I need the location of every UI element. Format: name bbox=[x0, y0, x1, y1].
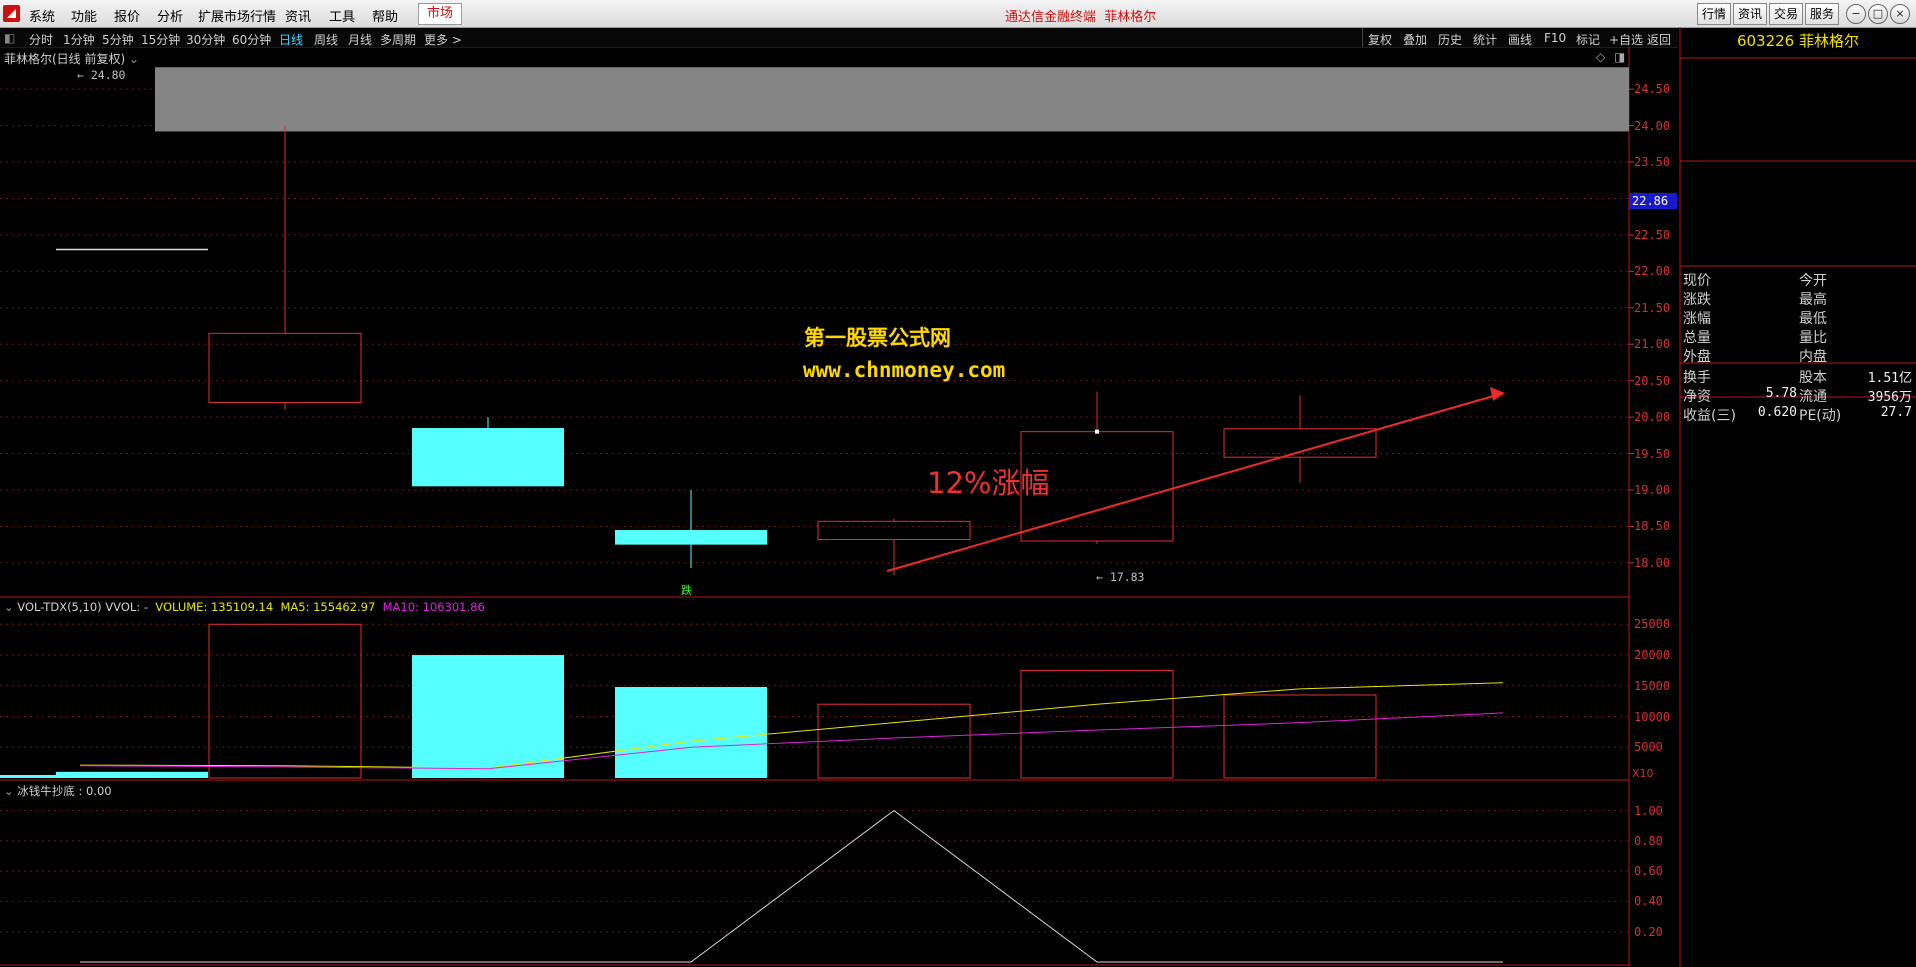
signal-marker: 跌 bbox=[681, 584, 692, 597]
price-tick-label: 20.00 bbox=[1634, 410, 1671, 425]
chart-title-text: 菲林格尔(日线 前复权) bbox=[4, 52, 126, 66]
indicator-tick-label: 1.00 bbox=[1634, 803, 1663, 818]
ma10-value: MA10: 106301.86 bbox=[382, 600, 485, 614]
stat-value: 1.51亿 bbox=[1867, 371, 1912, 386]
volume-bar-down bbox=[615, 687, 767, 778]
price-tick-label: 20.50 bbox=[1634, 373, 1671, 388]
quote-label: 内盘 bbox=[1799, 349, 1827, 365]
price-tick-label: 19.00 bbox=[1634, 482, 1671, 497]
quote-label: 涨跌 bbox=[1683, 292, 1711, 308]
quote-label: 最高 bbox=[1799, 292, 1827, 308]
watermark-title: 第一股票公式网 bbox=[804, 326, 951, 350]
volume-indicator-name: VOL-TDX(5,10) VVOL: - bbox=[17, 600, 148, 614]
low-price-label: ← 17.83 bbox=[1096, 570, 1145, 584]
volume-bar-down bbox=[0, 775, 155, 778]
price-tick-label: 22.00 bbox=[1634, 264, 1671, 279]
stat-value: 0.620 bbox=[1757, 405, 1797, 420]
grid-lines bbox=[0, 67, 1634, 933]
high-price-band bbox=[155, 67, 1629, 132]
volume-indicator-header[interactable]: ⌄ VOL-TDX(5,10) VVOL: - VOLUME: 135109.1… bbox=[4, 600, 485, 614]
high-price-value: 24.80 bbox=[90, 68, 126, 82]
chevron-down-icon[interactable]: ⌄ bbox=[129, 52, 139, 66]
quote-label: 总量 bbox=[1683, 330, 1711, 346]
price-marker-dot bbox=[1095, 429, 1099, 434]
candle-body-down bbox=[412, 428, 564, 487]
stock-name: 菲林格尔 bbox=[1799, 32, 1860, 50]
custom-indicator-label: 冰钱牛抄底 : 0.00 bbox=[17, 784, 112, 798]
candle-body-up bbox=[817, 520, 971, 541]
candle-body-up bbox=[1223, 428, 1377, 458]
diamond-icon[interactable]: ◇ bbox=[1596, 50, 1605, 64]
price-tick-label: 22.50 bbox=[1634, 227, 1671, 242]
volume-tick-label: 10000 bbox=[1634, 709, 1671, 724]
price-tick-label: 24.50 bbox=[1634, 82, 1671, 97]
custom-indicator-header[interactable]: ⌄ 冰钱牛抄底 : 0.00 bbox=[4, 783, 112, 799]
current-price-tag: 22.86 bbox=[1629, 193, 1677, 209]
stat-value: 27.7 bbox=[1880, 405, 1912, 420]
price-tick-label: 21.00 bbox=[1634, 337, 1671, 352]
candle-body-down bbox=[615, 530, 767, 545]
candlestick-series bbox=[56, 125, 1377, 576]
volume-bars bbox=[0, 623, 1377, 779]
volume-tick-label: 5000 bbox=[1634, 740, 1663, 755]
price-tick-label: 21.50 bbox=[1634, 300, 1671, 315]
ma10-line bbox=[79, 712, 1504, 770]
chevron-down-icon[interactable]: ⌄ bbox=[4, 784, 14, 798]
volume-bar-up bbox=[1223, 694, 1377, 779]
price-tick-label: 19.50 bbox=[1634, 446, 1671, 461]
panel-expand-icon[interactable]: ◨ bbox=[1614, 50, 1625, 64]
indicator-tick-label: 0.60 bbox=[1634, 864, 1663, 879]
price-tick-label: 24.00 bbox=[1634, 118, 1671, 133]
quote-label: 今开 bbox=[1799, 273, 1827, 289]
volume-bar-down bbox=[412, 655, 564, 778]
gain-annotation: 12%涨幅 bbox=[927, 466, 1050, 500]
candle-body-up bbox=[208, 332, 362, 404]
ma5-line bbox=[79, 682, 1504, 769]
volume-bar-up bbox=[1020, 669, 1174, 779]
volume-tick-label: 20000 bbox=[1634, 648, 1671, 663]
quote-label: 最低 bbox=[1799, 311, 1827, 327]
indicator-line bbox=[80, 809, 1503, 963]
high-price-label: ← 24.80 bbox=[77, 68, 126, 82]
indicator-tick-label: 0.40 bbox=[1634, 894, 1663, 909]
quote-label: 外盘 bbox=[1683, 349, 1711, 365]
price-tick-label: 18.50 bbox=[1634, 519, 1671, 534]
low-price-value: 17.83 bbox=[1109, 570, 1145, 584]
stat-value: 5.78 bbox=[1765, 386, 1797, 401]
stock-code: 603226 bbox=[1736, 32, 1795, 50]
quote-label: 量比 bbox=[1799, 330, 1827, 346]
chart-title[interactable]: 菲林格尔(日线 前复权) ⌄ bbox=[4, 50, 139, 67]
volume-bar-up bbox=[817, 703, 971, 779]
volume-bar-up bbox=[208, 623, 362, 779]
quote-label: 现价 bbox=[1683, 273, 1711, 289]
indicator-tick-label: 0.20 bbox=[1634, 924, 1663, 939]
chevron-down-icon[interactable]: ⌄ bbox=[4, 600, 14, 614]
stat-label: 换手 bbox=[1683, 370, 1711, 386]
volume-tick-label: 15000 bbox=[1634, 678, 1671, 693]
watermark-url: www.chnmoney.com bbox=[803, 358, 1006, 382]
price-tick-label: 18.00 bbox=[1634, 555, 1671, 570]
volume-unit-label: X10 bbox=[1632, 767, 1654, 780]
stat-value: 3956万 bbox=[1867, 390, 1912, 405]
volume-tick-label: 25000 bbox=[1634, 617, 1671, 632]
indicator-tick-label: 0.80 bbox=[1634, 833, 1663, 848]
volume-value: VOLUME: 135109.14 bbox=[155, 600, 274, 614]
quote-label: 涨幅 bbox=[1683, 311, 1711, 327]
price-tick-label: 23.50 bbox=[1634, 155, 1671, 170]
ma5-value: MA5: 155462.97 bbox=[280, 600, 376, 614]
stock-code-header: 603226 菲林格尔 bbox=[1680, 30, 1916, 51]
trend-arrowhead-icon bbox=[1490, 387, 1505, 401]
